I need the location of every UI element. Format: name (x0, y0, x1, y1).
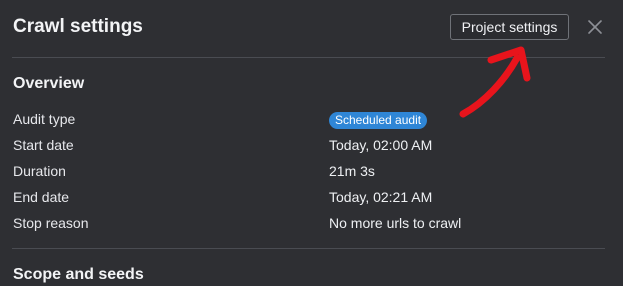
overview-section-title: Overview (13, 75, 85, 92)
overview-row-end-date: End date Today, 02:21 AM (13, 189, 603, 209)
project-settings-button[interactable]: Project settings (450, 14, 569, 40)
overview-row-stop-reason: Stop reason No more urls to crawl (13, 215, 603, 235)
scope-section-title: Scope and seeds (13, 266, 144, 283)
overview-row-start-date: Start date Today, 02:00 AM (13, 137, 603, 157)
row-value: Today, 02:00 AM (329, 137, 433, 153)
row-label: End date (13, 189, 70, 205)
row-label: Stop reason (13, 215, 89, 231)
row-value: Scheduled audit (329, 111, 428, 129)
row-label: Start date (13, 137, 74, 153)
row-value: Today, 02:21 AM (329, 189, 433, 205)
annotation-arrow-icon (459, 46, 531, 118)
panel-title: Crawl settings (13, 16, 143, 37)
row-label: Audit type (13, 111, 76, 127)
section-divider (12, 248, 605, 249)
row-value: No more urls to crawl (329, 215, 462, 231)
overview-row-duration: Duration 21m 3s (13, 163, 603, 183)
crawl-settings-panel: Crawl settings Project settings Overview… (0, 0, 623, 286)
close-icon[interactable] (587, 19, 603, 35)
row-value: 21m 3s (329, 163, 375, 179)
row-label: Duration (13, 163, 66, 179)
audit-type-badge: Scheduled audit (329, 112, 428, 129)
